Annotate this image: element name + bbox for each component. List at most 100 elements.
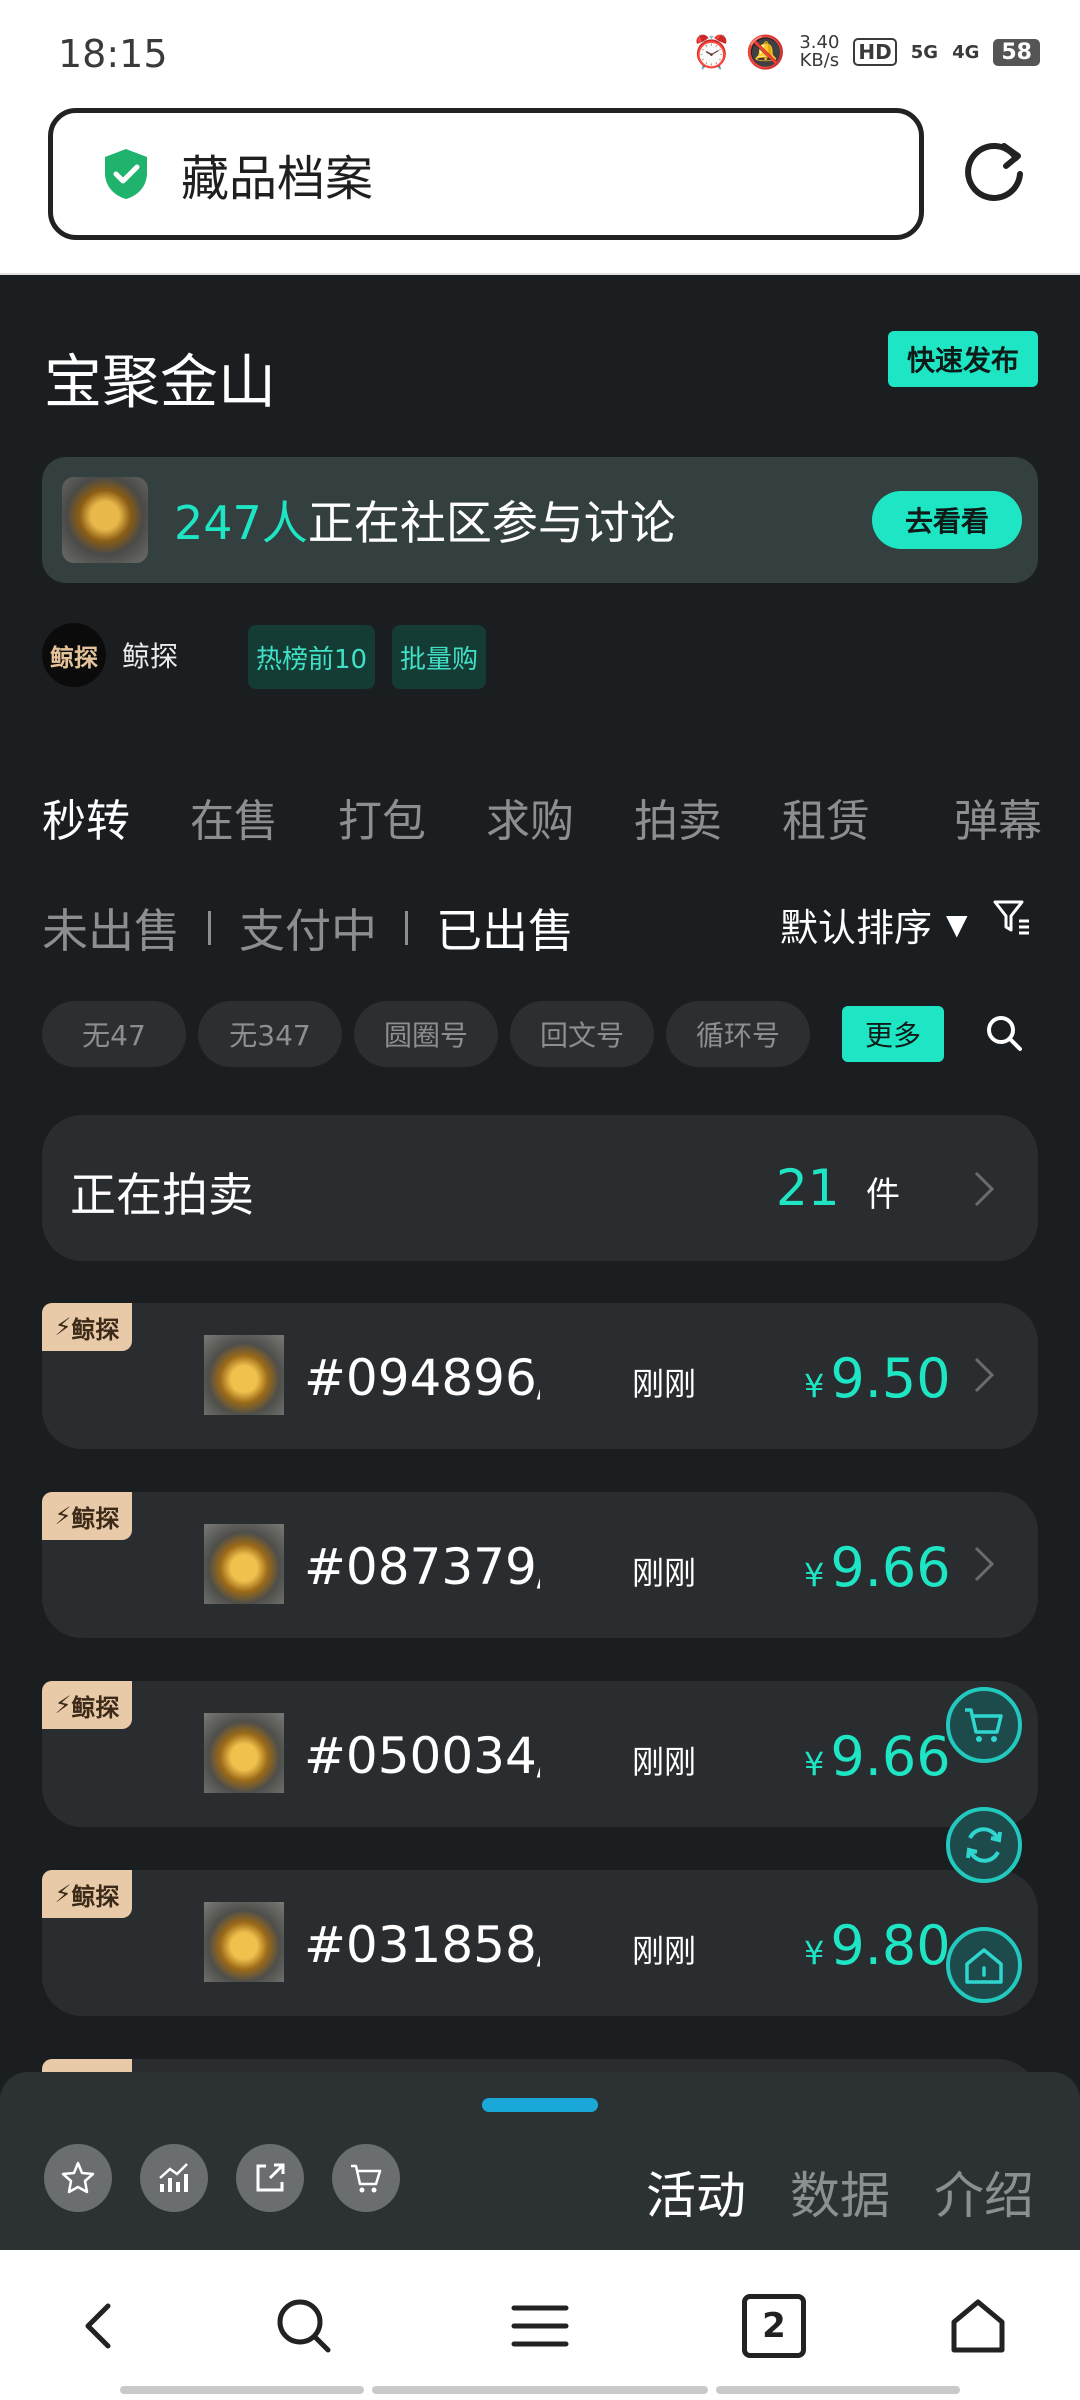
lightning-icon: ⚡: [54, 1691, 72, 1719]
favorite-button[interactable]: [44, 2144, 112, 2212]
browser-top-bar: 藏品档案: [0, 100, 1080, 275]
currency-symbol: ¥: [804, 1367, 825, 1405]
page-title-in-address: 藏品档案: [181, 151, 374, 207]
tab-on-sale[interactable]: 在售: [190, 785, 278, 849]
sort-label: 默认排序: [780, 906, 933, 950]
platform-badge: ⚡ 鲸探: [42, 1303, 132, 1351]
item-time: 刚刚: [632, 1554, 697, 1592]
cart-fab[interactable]: [946, 1687, 1022, 1763]
item-serial: #050034/10000: [304, 1727, 540, 1785]
subtab-paying[interactable]: 支付中: [239, 895, 377, 961]
creator-avatar: 鲸探: [42, 623, 106, 687]
search-icon[interactable]: [272, 2294, 336, 2358]
shield-check-icon: [105, 149, 147, 199]
tab-danmaku[interactable]: 弹幕: [954, 785, 1042, 849]
filter-icon[interactable]: [992, 897, 1032, 937]
subtab-bar: 未出售 支付中 已出售: [42, 895, 574, 961]
platform-badge: ⚡ 鲸探: [42, 1870, 132, 1918]
community-count: 247人: [174, 496, 308, 550]
home-fab[interactable]: [946, 1927, 1022, 2003]
signal-4g-icon: 4G: [952, 41, 980, 63]
market-data-button[interactable]: [140, 2144, 208, 2212]
item-price: ¥9.50: [804, 1347, 951, 1410]
search-icon[interactable]: [984, 1013, 1024, 1053]
battery-icon: 58: [993, 38, 1040, 66]
filter-chips: 无47 无347 圆圈号 回文号 循环号 更多: [42, 1001, 1042, 1067]
reload-icon[interactable]: [962, 136, 1030, 204]
sort-dropdown[interactable]: 默认排序 ▼: [780, 897, 968, 952]
gesture-bar: [120, 2386, 364, 2394]
hd-icon: HD: [853, 38, 897, 66]
cart-icon: [965, 1708, 1003, 1742]
community-banner[interactable]: 247人正在社区参与讨论 去看看: [42, 457, 1038, 583]
cart-icon: [351, 2164, 382, 2193]
badge-label: 鲸探: [71, 1882, 120, 1911]
back-icon[interactable]: [68, 2294, 132, 2358]
trend-icon: [159, 2163, 188, 2192]
platform-badge: ⚡ 鲸探: [42, 1492, 132, 1540]
share-button[interactable]: [236, 2144, 304, 2212]
currency-symbol: ¥: [804, 1934, 825, 1972]
tab-instant-transfer[interactable]: 秒转: [42, 785, 130, 849]
mute-bell-icon: 🔕: [745, 33, 786, 71]
signal-5g-icon: 5G: [910, 41, 939, 63]
item-thumbnail: [204, 1335, 284, 1415]
bulk-buy-tag[interactable]: 批量购: [392, 625, 487, 689]
quick-publish-button[interactable]: 快速发布: [888, 331, 1038, 387]
hot-rank-tag[interactable]: 热榜前10: [248, 625, 376, 689]
speed-unit: KB/s: [799, 50, 840, 71]
menu-icon[interactable]: [508, 2294, 572, 2358]
lightning-icon: ⚡: [54, 1313, 72, 1341]
listing-row[interactable]: ⚡鲸探 #087379/10000 刚刚 ¥9.66: [42, 1492, 1038, 1638]
item-serial: #031858/10000: [304, 1916, 540, 1974]
chip-circle-number[interactable]: 圆圈号: [354, 1001, 498, 1067]
item-time: 刚刚: [632, 1932, 697, 1970]
home-icon[interactable]: [946, 2294, 1010, 2358]
tab-introduction[interactable]: 介绍: [934, 2156, 1034, 2228]
chip-no47[interactable]: 无47: [42, 1001, 186, 1067]
listing-row[interactable]: ⚡鲸探 #094896/10000 刚刚 ¥9.50: [42, 1303, 1038, 1449]
tab-activity[interactable]: 活动: [646, 2156, 746, 2228]
subtab-unsold[interactable]: 未出售: [42, 895, 180, 961]
listing-row[interactable]: ⚡鲸探 #050034/10000 刚刚 ¥9.66: [42, 1681, 1038, 1827]
tab-auction[interactable]: 拍卖: [634, 785, 722, 849]
price-value: 9.66: [830, 1536, 951, 1599]
tab-rental[interactable]: 租赁: [782, 785, 870, 849]
subtab-sold[interactable]: 已出售: [436, 895, 574, 961]
cart-button[interactable]: [332, 2144, 400, 2212]
tabs-button[interactable]: 2: [742, 2294, 806, 2358]
auction-summary[interactable]: 正在拍卖 21 件: [42, 1115, 1038, 1261]
item-time: 刚刚: [632, 1365, 697, 1403]
chip-cycle-number[interactable]: 循环号: [666, 1001, 810, 1067]
price-value: 9.80: [830, 1914, 951, 1977]
drag-handle[interactable]: [482, 2098, 598, 2112]
chip-palindrome-number[interactable]: 回文号: [510, 1001, 654, 1067]
go-see-button[interactable]: 去看看: [872, 491, 1022, 549]
badge-label: 鲸探: [71, 1315, 120, 1344]
alarm-icon: ⏰: [691, 33, 732, 71]
item-price: ¥9.80: [804, 1914, 951, 1977]
listing-row[interactable]: ⚡鲸探 #031858/10000 刚刚 ¥9.80: [42, 1870, 1038, 2016]
tab-data[interactable]: 数据: [790, 2156, 890, 2228]
badge-label: 鲸探: [71, 1693, 120, 1722]
price-value: 9.50: [830, 1347, 951, 1410]
community-label: 正在社区参与讨论: [307, 496, 676, 550]
address-bar[interactable]: 藏品档案: [48, 108, 924, 240]
chip-no347[interactable]: 无347: [198, 1001, 342, 1067]
item-thumbnail: [204, 1524, 284, 1604]
more-filters-button[interactable]: 更多: [842, 1006, 944, 1062]
creator[interactable]: 鲸探 鲸探: [42, 623, 178, 687]
main-content: 宝聚金山 快速发布 247人正在社区参与讨论 去看看 鲸探 鲸探 热榜前10 批…: [0, 277, 1080, 2205]
price-value: 9.66: [830, 1725, 951, 1788]
tab-wanted[interactable]: 求购: [486, 785, 574, 849]
tab-bundle[interactable]: 打包: [338, 785, 426, 849]
home-icon: [965, 1948, 1003, 1984]
subtab-divider: [405, 911, 408, 945]
refresh-fab[interactable]: [946, 1807, 1022, 1883]
platform-badge: ⚡ 鲸探: [42, 1681, 132, 1729]
badge-label: 鲸探: [71, 1504, 120, 1533]
creator-name: 鲸探: [122, 640, 179, 673]
auction-label: 正在拍卖: [70, 1168, 254, 1222]
item-time: 刚刚: [632, 1743, 697, 1781]
item-serial: #087379/10000: [304, 1538, 540, 1596]
